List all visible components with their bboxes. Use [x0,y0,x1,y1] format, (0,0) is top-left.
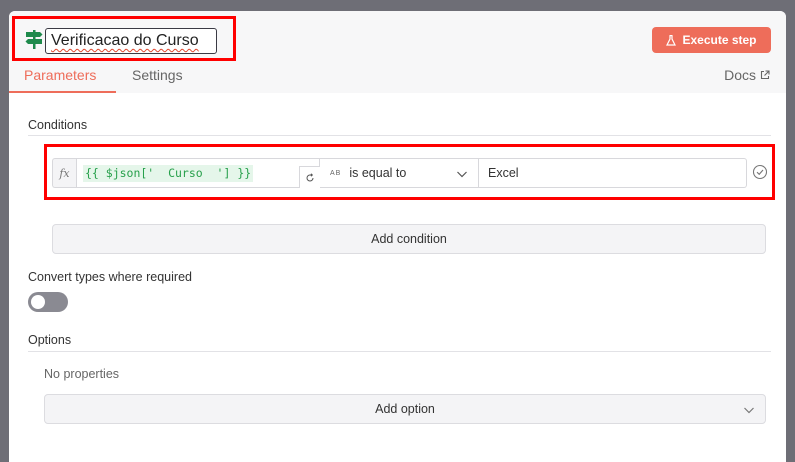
left-value-expression: {{ $json[' Curso '] }} [83,165,254,182]
conditions-divider [28,135,771,136]
execute-step-button[interactable]: Execute step [652,27,771,53]
refresh-icon [306,172,314,181]
no-properties-text: No properties [44,367,120,381]
docs-label: Docs [724,67,756,83]
execute-step-label: Execute step [682,33,757,47]
tab-settings[interactable]: Settings [132,67,183,93]
flask-icon [666,34,677,46]
docs-link[interactable]: Docs [724,67,770,83]
string-type-badge: AB [330,169,342,177]
right-value-input[interactable]: Excel [479,158,747,188]
active-tab-indicator [9,91,116,93]
mapping-toggle-button[interactable] [299,166,320,188]
add-condition-label: Add condition [371,232,447,246]
options-title: Options [28,333,72,347]
add-option-label: Add option [375,402,435,416]
toggle-knob [31,295,45,309]
add-option-button[interactable]: Add option [44,394,766,424]
left-value-input[interactable]: {{ $json[' Curso '] }} [76,158,320,188]
panel-header: Verificacao do Curso Execute step Parame… [9,11,786,93]
add-condition-button[interactable]: Add condition [52,224,766,254]
operator-select[interactable]: AB is equal to [320,158,479,188]
signpost-icon [25,30,43,49]
external-link-icon [760,70,770,80]
chevron-down-icon [457,171,467,178]
operator-label: is equal to [349,166,407,180]
node-details-panel: Verificacao do Curso Execute step Parame… [9,11,786,462]
convert-types-label: Convert types where required [28,270,192,284]
tab-parameters[interactable]: Parameters [24,67,96,93]
expression-fx-badge: fx [52,158,76,188]
options-divider [28,351,771,352]
node-name-input[interactable]: Verificacao do Curso [45,28,217,54]
conditions-title: Conditions [28,118,88,132]
check-circle-icon[interactable] [752,164,768,180]
chevron-down-icon [744,407,754,414]
convert-types-toggle[interactable] [28,292,68,312]
tab-bar: Parameters Settings [9,61,786,93]
condition-row: fx {{ $json[' Curso '] }} AB is equal to… [52,158,747,188]
